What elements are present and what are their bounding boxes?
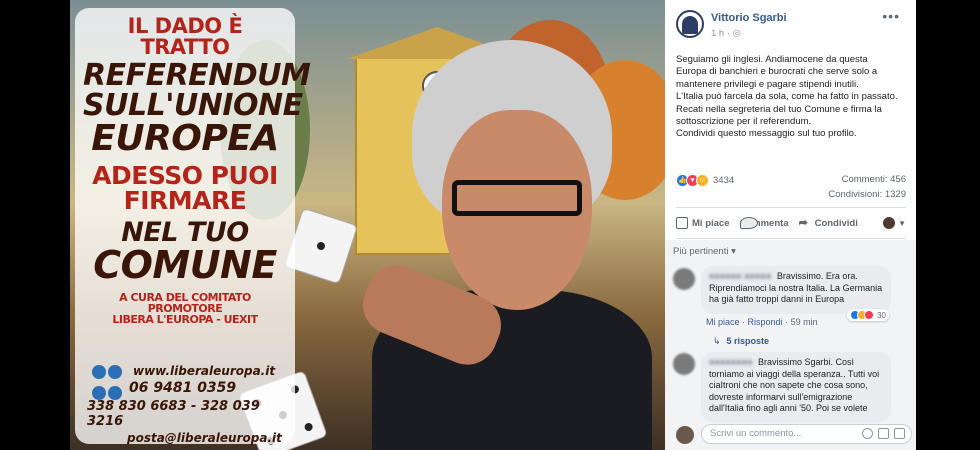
poster-line: FIRMARE bbox=[123, 186, 247, 215]
comment-reply-link[interactable]: Rispondi bbox=[748, 317, 783, 327]
divider bbox=[676, 207, 906, 208]
poster-email: posta@liberaleuropa.it bbox=[127, 431, 282, 445]
reactions-summary[interactable]: 👍 ♥ ☺ 3434 bbox=[676, 172, 734, 188]
post-actions-bar: Mi piace Commenta ➦ Condividi ▼ bbox=[676, 214, 906, 232]
comment-placeholder: Scrivi un commento... bbox=[710, 428, 802, 439]
right-letterbox bbox=[916, 0, 980, 450]
react-as-selector[interactable]: ▼ bbox=[883, 217, 906, 229]
view-replies-link[interactable]: ↳ 5 risposte bbox=[713, 336, 769, 347]
haha-reaction-icon: ☺ bbox=[696, 173, 709, 187]
referendum-poster: IL DADO È TRATTO REFERENDUM SULL'UNIONE … bbox=[75, 8, 311, 445]
shares-count[interactable]: Condivisioni: 1329 bbox=[828, 189, 906, 200]
share-button[interactable]: ➦ Condividi bbox=[799, 217, 858, 229]
author-avatar[interactable] bbox=[676, 10, 704, 38]
divider bbox=[676, 238, 906, 239]
man-glasses bbox=[452, 180, 582, 216]
poster-website: www.liberaleuropa.it bbox=[133, 364, 276, 378]
post-text-line: Recati nella segreteria del tuo Comune e… bbox=[676, 103, 882, 115]
comments-count[interactable]: Commenti: 456 bbox=[842, 174, 906, 185]
comment-input-icons bbox=[857, 428, 905, 439]
phone-icon bbox=[92, 386, 106, 400]
comment-text: Bravissimo Sgarbi. Così bbox=[758, 357, 855, 367]
post-image[interactable]: IL DADO È TRATTO REFERENDUM SULL'UNIONE … bbox=[0, 0, 665, 450]
comment-reaction-count: 30 bbox=[877, 310, 886, 320]
comment-icon bbox=[739, 217, 758, 229]
write-comment-input[interactable]: Scrivi un commento... bbox=[701, 424, 912, 444]
user-mini-avatar bbox=[883, 217, 896, 229]
poster-line: NEL TUO bbox=[121, 217, 249, 248]
comment-actions: Mi piace · Rispondi · 59 min bbox=[706, 317, 818, 327]
post-text-line: L'Italia può farcela da sola, come ha fa… bbox=[676, 91, 898, 103]
commenter-name[interactable]: ■■■■■■ ■■■■■ bbox=[709, 271, 771, 283]
comment-bubble: ■■■■■■ ■■■■■ Bravissimo. Era ora. Ripren… bbox=[701, 266, 891, 314]
comment-bubble: ■■■■■■■■ Bravissimo Sgarbi. Così torniam… bbox=[701, 352, 891, 422]
replies-label: 5 risposte bbox=[726, 336, 770, 346]
post-text-line: mantenere privilegi e pagare stipendi in… bbox=[676, 78, 859, 90]
commenter-avatar[interactable] bbox=[673, 353, 695, 375]
like-button[interactable]: Mi piace bbox=[676, 217, 730, 229]
emoji-icon[interactable] bbox=[862, 428, 873, 439]
phone-icon bbox=[92, 365, 106, 379]
post-header: Vittorio Sgarbi 1 h · ◎ ••• bbox=[676, 8, 906, 42]
post-text-line: sottoscrizione per il referendum. bbox=[676, 116, 812, 128]
comment-text: ciaItroni che non sapete che cosa sono, bbox=[709, 380, 868, 390]
poster-line: SULL'UNIONE bbox=[83, 88, 303, 123]
comment-button[interactable]: Commenta bbox=[739, 217, 789, 229]
man-pointing-figure bbox=[353, 40, 652, 450]
reaction-count: 3434 bbox=[713, 174, 735, 186]
poster-line: LIBERA L'EUROPA - UEXIT bbox=[112, 313, 258, 326]
comment-text: dall'Italia fino agli anni '50. Poi se v… bbox=[709, 403, 868, 413]
comment-text: ha già fatto troppi danni in Europa bbox=[709, 294, 845, 304]
gif-icon[interactable] bbox=[878, 428, 889, 439]
post-text: Seguiamo gli inglesi. Andiamocene da que… bbox=[676, 54, 908, 141]
post-meta: 1 h · ◎ bbox=[711, 28, 741, 39]
image-letterbox bbox=[0, 0, 70, 450]
current-user-avatar bbox=[676, 426, 694, 444]
poster-line: EUROPEA bbox=[91, 118, 279, 159]
post-text-line: Seguiamo gli inglesi. Andiamocene da que… bbox=[676, 54, 868, 65]
comment-text: torniamo ai viaggi della speranza.. Tutt… bbox=[709, 368, 880, 379]
post-text-line: Europa di banchieri e burocrati che serv… bbox=[676, 66, 878, 78]
comment-like-link[interactable]: Mi piace bbox=[706, 317, 740, 327]
author-name[interactable]: Vittorio Sgarbi bbox=[711, 12, 787, 24]
comment-text: Riprendiamoci la nostra Italia. La Germa… bbox=[709, 282, 883, 293]
comment-time[interactable]: 59 min bbox=[791, 317, 818, 327]
globe-icon: ◎ bbox=[732, 28, 741, 39]
poster-line: REFERENDUM bbox=[83, 58, 311, 93]
comment-reactions[interactable]: 30 bbox=[847, 309, 889, 321]
share-label: Condividi bbox=[814, 217, 858, 229]
poster-headline: IL DADO È TRATTO bbox=[127, 14, 243, 59]
sticker-icon[interactable] bbox=[894, 428, 905, 439]
share-icon: ➦ bbox=[798, 217, 808, 229]
comment-text: Bravissimo. Era ora. bbox=[776, 271, 858, 281]
like-label: Mi piace bbox=[692, 217, 730, 229]
post-text-line: Condividi questo messaggio sul tuo profi… bbox=[676, 128, 857, 140]
comment-text: dovreste informarvi sull'emigrazione bbox=[709, 391, 853, 402]
chevron-down-icon: ▼ bbox=[898, 218, 906, 228]
commenter-name[interactable]: ■■■■■■■■ bbox=[709, 357, 753, 369]
poster-contacts: www.liberaleuropa.it 06 9481 0359 338 83… bbox=[83, 364, 287, 445]
reply-arrow-icon: ↳ bbox=[713, 336, 721, 346]
love-reaction-icon bbox=[864, 310, 874, 320]
mail-icon bbox=[108, 365, 122, 379]
poster-line: ADESSO PUOI bbox=[92, 161, 278, 190]
more-options-icon[interactable]: ••• bbox=[882, 8, 900, 24]
poster-phone: 06 9481 0359 bbox=[129, 380, 237, 396]
post-side-panel: Vittorio Sgarbi 1 h · ◎ ••• Seguiamo gli… bbox=[665, 0, 916, 450]
mail-icon bbox=[108, 386, 122, 400]
commenter-avatar[interactable] bbox=[673, 268, 695, 290]
poster-line: COMUNE bbox=[93, 243, 277, 287]
post-time[interactable]: 1 h bbox=[711, 28, 724, 39]
poster-line: A CURA DEL COMITATO PROMOTORE bbox=[119, 291, 251, 315]
thumbs-up-icon bbox=[676, 217, 688, 229]
contact-icons bbox=[91, 364, 127, 406]
comment-sort-dropdown[interactable]: Più pertinenti ▾ bbox=[673, 246, 736, 257]
